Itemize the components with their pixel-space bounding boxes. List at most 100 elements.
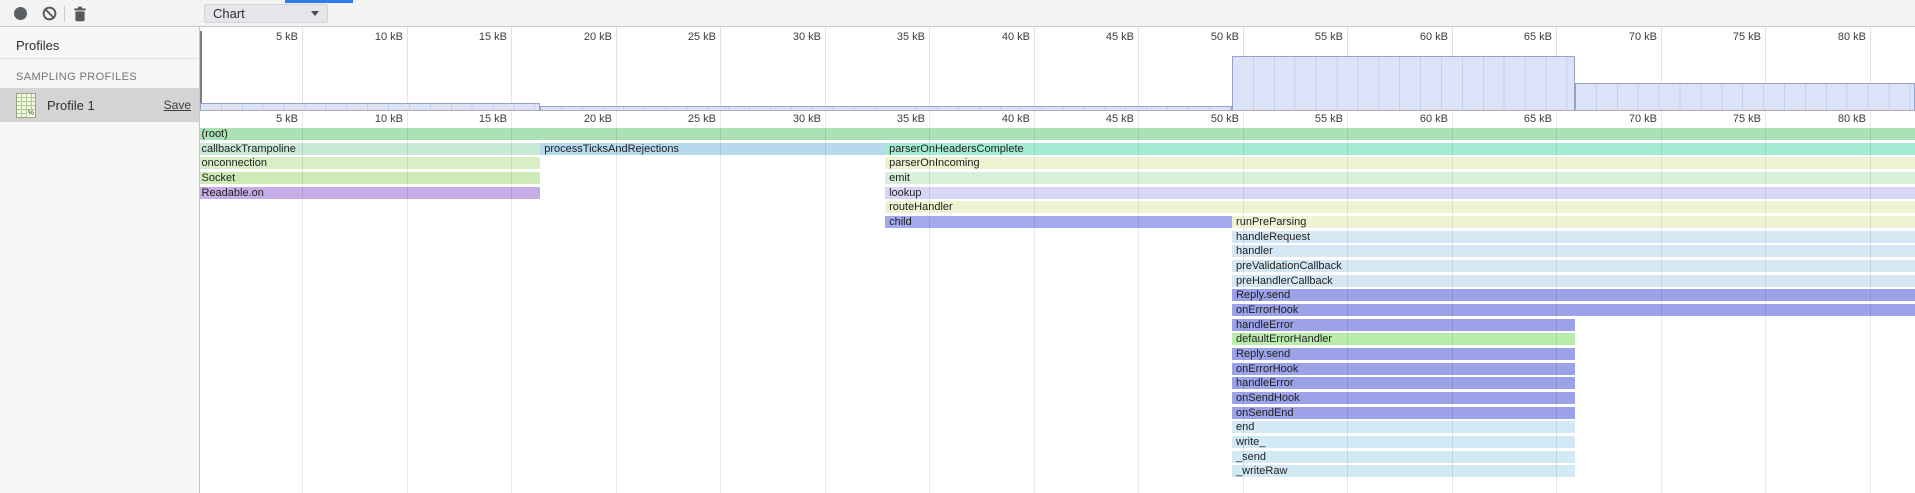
view-mode-value: Chart [213, 6, 245, 21]
profile-name: Profile 1 [47, 98, 95, 113]
flame-box-child[interactable]: child [885, 216, 1232, 228]
flame-box-processticksandrejections[interactable]: processTicksAndRejections [540, 143, 885, 155]
record-button[interactable] [9, 3, 31, 25]
circle-slash-icon [42, 6, 57, 21]
flame-chart-ruler: 5 kB 10 kB 15 kB 20 kB 25 kB 30 kB 35 kB 40 kB 4… [200, 111, 1915, 127]
flame-box-handlerequest[interactable]: handleRequest [1232, 231, 1915, 243]
flame-box-onsendend[interactable]: onSendEnd [1232, 407, 1575, 419]
memory-profiler-panel: Chart Profiles SAMPLING PROFILES % Profi… [0, 0, 1915, 493]
flame-ruler-tick-label: 10 kB [375, 113, 403, 125]
flame-box-prehandlercallback[interactable]: preHandlerCallback [1232, 275, 1915, 287]
trash-icon [73, 6, 87, 22]
overview-area-step [1232, 56, 1575, 110]
profile-sheet-icon: % [16, 93, 36, 118]
flame-box-write-[interactable]: write_ [1232, 436, 1575, 448]
overview-gridline [1138, 27, 1139, 110]
chevron-down-icon [311, 11, 319, 16]
profiles-heading: Profiles [16, 38, 59, 53]
flame-ruler-tick-label: 55 kB [1315, 113, 1343, 125]
flame-ruler-tick-label: 65 kB [1524, 113, 1552, 125]
flame-box-onsendhook[interactable]: onSendHook [1232, 392, 1575, 404]
flame-chart[interactable]: (root) callbackTrampolineprocessTicksAndR… [200, 127, 1915, 493]
flame-box-socket[interactable]: Socket [200, 172, 540, 184]
flame-box-handleerror[interactable]: handleError [1232, 319, 1575, 331]
save-profile-link[interactable]: Save [164, 98, 191, 112]
flame-ruler-tick-label: 70 kB [1629, 113, 1657, 125]
overview-gridline [825, 27, 826, 110]
record-icon [14, 7, 27, 20]
overview-gridline [302, 27, 303, 110]
overview-gridline [929, 27, 930, 110]
overview-tick-label: 35 kB [897, 31, 925, 43]
overview-tick-label: 60 kB [1420, 31, 1448, 43]
flame-box-onconnection[interactable]: onconnection [200, 157, 540, 169]
flame-ruler-tick-label: 45 kB [1106, 113, 1134, 125]
sidebar-item-profile-1[interactable]: % Profile 1 Save [0, 88, 199, 122]
flame-box-runpreparsing[interactable]: runPreParsing [1232, 216, 1915, 228]
flame-box-parseronincoming[interactable]: parserOnIncoming [885, 157, 1915, 169]
main-pane: 5 kB 10 kB 15 kB 20 kB 25 kB 30 kB 35 kB 40 kB 4… [200, 27, 1915, 493]
overview-tick-label: 70 kB [1629, 31, 1657, 43]
flame-box-readable-on[interactable]: Readable.on [200, 187, 540, 199]
flame-ruler-tick-label: 25 kB [688, 113, 716, 125]
overview-area-step [1575, 83, 1915, 110]
overview-gridline [1034, 27, 1035, 110]
sidebar: Profiles SAMPLING PROFILES % Profile 1 S… [0, 27, 200, 493]
flame-ruler-tick-label: 50 kB [1211, 113, 1239, 125]
overview-tick-label: 65 kB [1524, 31, 1552, 43]
flame-box-reply-send[interactable]: Reply.send [1232, 348, 1575, 360]
flame-box-lookup[interactable]: lookup [885, 187, 1915, 199]
overview-tick-label: 25 kB [688, 31, 716, 43]
flame-box-emit[interactable]: emit [885, 172, 1915, 184]
flame-ruler-tick-label: 20 kB [584, 113, 612, 125]
allocation-overview[interactable]: 5 kB 10 kB 15 kB 20 kB 25 kB 30 kB 35 kB 40 kB 4… [200, 27, 1915, 111]
overview-gridline [616, 27, 617, 110]
flame-ruler-tick-label: 80 kB [1838, 113, 1866, 125]
overview-tick-label: 30 kB [793, 31, 821, 43]
overview-gridline [511, 27, 512, 110]
flame-box-end[interactable]: end [1232, 421, 1575, 433]
toolbar-buttons [0, 0, 200, 27]
flame-box--send[interactable]: _send [1232, 451, 1575, 463]
toolbar-divider [64, 6, 65, 22]
overview-area-step [540, 106, 1232, 110]
overview-tick-label: 80 kB [1838, 31, 1866, 43]
flame-ruler-tick-label: 40 kB [1002, 113, 1030, 125]
flame-ruler-tick-label: 15 kB [479, 113, 507, 125]
flame-box-handleerror[interactable]: handleError [1232, 377, 1575, 389]
flame-box-defaulterrorhandler[interactable]: defaultErrorHandler [1232, 333, 1575, 345]
flame-box-onerrorhook[interactable]: onErrorHook [1232, 304, 1915, 316]
flame-box--writeraw[interactable]: _writeRaw [1232, 465, 1575, 477]
overview-tick-label: 15 kB [479, 31, 507, 43]
overview-tick-label: 50 kB [1211, 31, 1239, 43]
overview-tick-label: 20 kB [584, 31, 612, 43]
clear-button[interactable] [38, 3, 60, 25]
flame-box-parseronheaderscomplete[interactable]: parserOnHeadersComplete [885, 143, 1915, 155]
delete-profile-button[interactable] [69, 3, 91, 25]
flame-box-callbacktrampoline[interactable]: callbackTrampoline [200, 143, 540, 155]
toolbar: Chart [0, 0, 1915, 27]
flame-box-handler[interactable]: handler [1232, 245, 1915, 257]
flame-box-routehandler[interactable]: routeHandler [885, 201, 1915, 213]
sampling-profiles-heading: SAMPLING PROFILES [16, 71, 137, 83]
overview-tick-label: 10 kB [375, 31, 403, 43]
flame-box-reply-send[interactable]: Reply.send [1232, 289, 1915, 301]
overview-tick-label: 75 kB [1733, 31, 1761, 43]
flame-box-prevalidationcallback[interactable]: preValidationCallback [1232, 260, 1915, 272]
overview-gridline [407, 27, 408, 110]
overview-gridline [720, 27, 721, 110]
overview-tick-label: 5 kB [276, 31, 298, 43]
overview-window-handle[interactable] [200, 31, 202, 110]
active-tab-indicator [285, 0, 353, 3]
flame-ruler-tick-label: 5 kB [276, 113, 298, 125]
flame-ruler-tick-label: 30 kB [793, 113, 821, 125]
overview-tick-label: 40 kB [1002, 31, 1030, 43]
overview-tick-label: 45 kB [1106, 31, 1134, 43]
flame-box--root-[interactable]: (root) [200, 128, 1915, 140]
view-mode-select[interactable]: Chart [204, 4, 328, 23]
flame-ruler-tick-label: 35 kB [897, 113, 925, 125]
flame-ruler-tick-label: 75 kB [1733, 113, 1761, 125]
flame-ruler-tick-label: 60 kB [1420, 113, 1448, 125]
flame-box-onerrorhook[interactable]: onErrorHook [1232, 363, 1575, 375]
overview-tick-label: 55 kB [1315, 31, 1343, 43]
